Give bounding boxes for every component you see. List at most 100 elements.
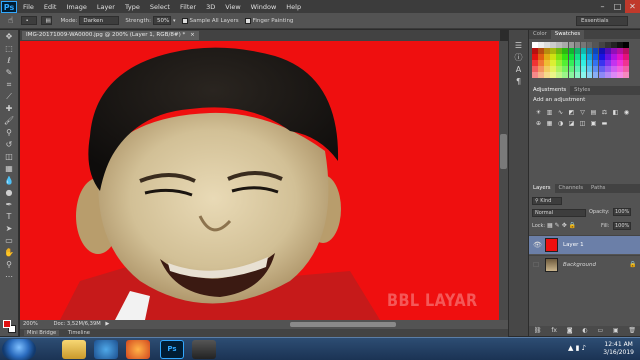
swatch[interactable] — [550, 60, 556, 66]
channel-mixer-icon[interactable]: ⊕ — [534, 119, 543, 128]
swatch[interactable] — [532, 48, 538, 54]
swatch[interactable] — [544, 60, 550, 66]
firefox-icon[interactable] — [126, 340, 150, 359]
swatch[interactable] — [574, 48, 581, 54]
swatch[interactable] — [574, 54, 581, 60]
add-mask-icon[interactable]: ◙ — [567, 326, 573, 336]
marquee-tool-icon[interactable]: ⬚ — [4, 43, 15, 54]
swatch[interactable] — [605, 72, 611, 78]
swatch[interactable] — [592, 72, 599, 78]
tray-icons[interactable]: ▲ ▮ ♪ — [568, 344, 586, 352]
swatch[interactable] — [574, 42, 581, 48]
swatch[interactable] — [550, 72, 556, 78]
swatch[interactable] — [562, 42, 568, 48]
swatch[interactable] — [623, 60, 629, 66]
properties-panel-icon[interactable]: ⓘ — [513, 52, 524, 63]
swatch[interactable] — [532, 54, 538, 60]
swatch[interactable] — [599, 42, 605, 48]
layer-row-layer-1[interactable]: 👁 Layer 1 — [529, 235, 640, 254]
horizontal-scroll-thumb[interactable] — [290, 322, 396, 327]
swatch[interactable] — [617, 54, 623, 60]
tab-channels[interactable]: Channels — [555, 184, 588, 193]
swatch[interactable] — [580, 48, 587, 54]
brush-tool-icon[interactable]: 🖌 — [4, 115, 15, 126]
swatch[interactable] — [538, 72, 544, 78]
swatch[interactable] — [544, 48, 550, 54]
workspace-switcher[interactable]: Essentials — [576, 16, 628, 26]
swatch[interactable] — [617, 60, 623, 66]
tab-adjustments[interactable]: Adjustments — [529, 85, 571, 95]
swatch[interactable] — [605, 60, 611, 66]
menu-view[interactable]: View — [225, 3, 240, 11]
swatch[interactable] — [568, 72, 575, 78]
type-tool-icon[interactable]: T — [4, 211, 15, 222]
swatch[interactable] — [550, 54, 556, 60]
swatch[interactable] — [599, 54, 605, 60]
swatch[interactable] — [532, 66, 538, 72]
fill-field[interactable]: 100% — [613, 222, 631, 230]
swatch[interactable] — [568, 48, 575, 54]
screen-recorder-icon[interactable] — [192, 340, 216, 359]
tab-styles[interactable]: Styles — [570, 86, 594, 95]
new-layer-icon[interactable]: ▣ — [613, 326, 619, 336]
swatch[interactable] — [574, 60, 581, 66]
menu-layer[interactable]: Layer — [97, 3, 115, 11]
swatch[interactable] — [550, 48, 556, 54]
menu-type[interactable]: Type — [125, 3, 140, 11]
menu-window[interactable]: Window — [251, 3, 277, 11]
swatch[interactable] — [544, 54, 550, 60]
swatch[interactable] — [592, 42, 599, 48]
swatch[interactable] — [544, 42, 550, 48]
menu-help[interactable]: Help — [286, 3, 301, 11]
hue-saturation-icon[interactable]: ▤ — [589, 108, 598, 117]
swatch[interactable] — [568, 66, 575, 72]
crop-tool-icon[interactable]: ⌗ — [4, 79, 15, 90]
history-brush-tool-icon[interactable]: ↺ — [4, 139, 15, 150]
swatch[interactable] — [538, 54, 544, 60]
swatch[interactable] — [574, 66, 581, 72]
layer-filter-select[interactable]: ⚲ Kind — [532, 197, 562, 205]
swatch[interactable] — [574, 72, 581, 78]
swatch[interactable] — [592, 48, 599, 54]
swatch[interactable] — [568, 42, 575, 48]
maximize-button[interactable]: □ — [610, 0, 625, 13]
menu-image[interactable]: Image — [66, 3, 86, 11]
swatch[interactable] — [532, 60, 538, 66]
swatch[interactable] — [556, 48, 562, 54]
swatch[interactable] — [599, 66, 605, 72]
pen-tool-icon[interactable]: ✒ — [4, 199, 15, 210]
swatch[interactable] — [562, 54, 568, 60]
color-lookup-icon[interactable]: ▦ — [545, 119, 554, 128]
curves-icon[interactable]: ∿ — [556, 108, 565, 117]
swatch[interactable] — [580, 54, 587, 60]
file-explorer-icon[interactable] — [62, 340, 86, 359]
tab-swatches[interactable]: Swatches — [550, 30, 585, 39]
swatch[interactable] — [556, 42, 562, 48]
photoshop-taskbar-icon[interactable]: Ps — [160, 340, 184, 359]
character-panel-icon[interactable]: A — [513, 64, 524, 75]
swatch[interactable] — [532, 72, 538, 78]
swatch[interactable] — [586, 42, 593, 48]
hand-tool-icon[interactable]: ✋ — [4, 247, 15, 258]
swatch[interactable] — [617, 66, 623, 72]
swatch[interactable] — [611, 54, 617, 60]
swatch[interactable] — [544, 66, 550, 72]
layer-row-background[interactable]: ☐ Background 🔒 — [529, 255, 640, 274]
eye-icon[interactable]: 👁 — [533, 241, 542, 249]
swatches-grid[interactable] — [529, 39, 640, 81]
exposure-icon[interactable]: ◩ — [567, 108, 576, 117]
swatch[interactable] — [562, 66, 568, 72]
swatch[interactable] — [550, 66, 556, 72]
swatch[interactable] — [605, 66, 611, 72]
swatch[interactable] — [556, 66, 562, 72]
swatch[interactable] — [617, 42, 623, 48]
swatch[interactable] — [623, 48, 629, 54]
swatch[interactable] — [617, 48, 623, 54]
swatch[interactable] — [562, 60, 568, 66]
brush-preset-picker[interactable]: • — [21, 16, 38, 25]
strength-field[interactable]: 50% — [152, 16, 171, 25]
posterize-icon[interactable]: ◪ — [567, 119, 576, 128]
mode-select[interactable]: Darken — [79, 16, 120, 25]
swatch[interactable] — [623, 66, 629, 72]
invert-icon[interactable]: ◑ — [556, 119, 565, 128]
